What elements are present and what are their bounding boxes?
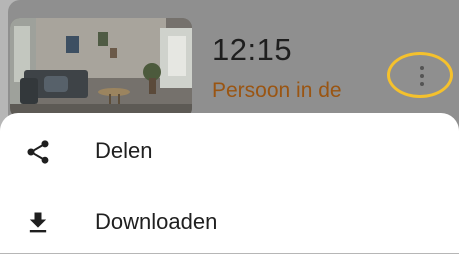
share-icon <box>24 138 52 166</box>
action-bottom-sheet: Delen Downloaden <box>0 113 459 253</box>
event-label: Persoon in de <box>212 79 342 102</box>
menu-item-label: Delen <box>95 138 153 163</box>
living-room-snapshot-image <box>10 18 192 118</box>
menu-item-download[interactable]: Downloaden <box>0 192 459 254</box>
menu-item-label: Downloaden <box>95 209 218 234</box>
menu-item-share[interactable]: Delen <box>0 121 459 183</box>
event-thumbnail[interactable] <box>10 18 192 118</box>
highlight-ring <box>387 52 453 98</box>
download-icon <box>24 209 52 237</box>
event-time: 12:15 <box>212 32 293 67</box>
